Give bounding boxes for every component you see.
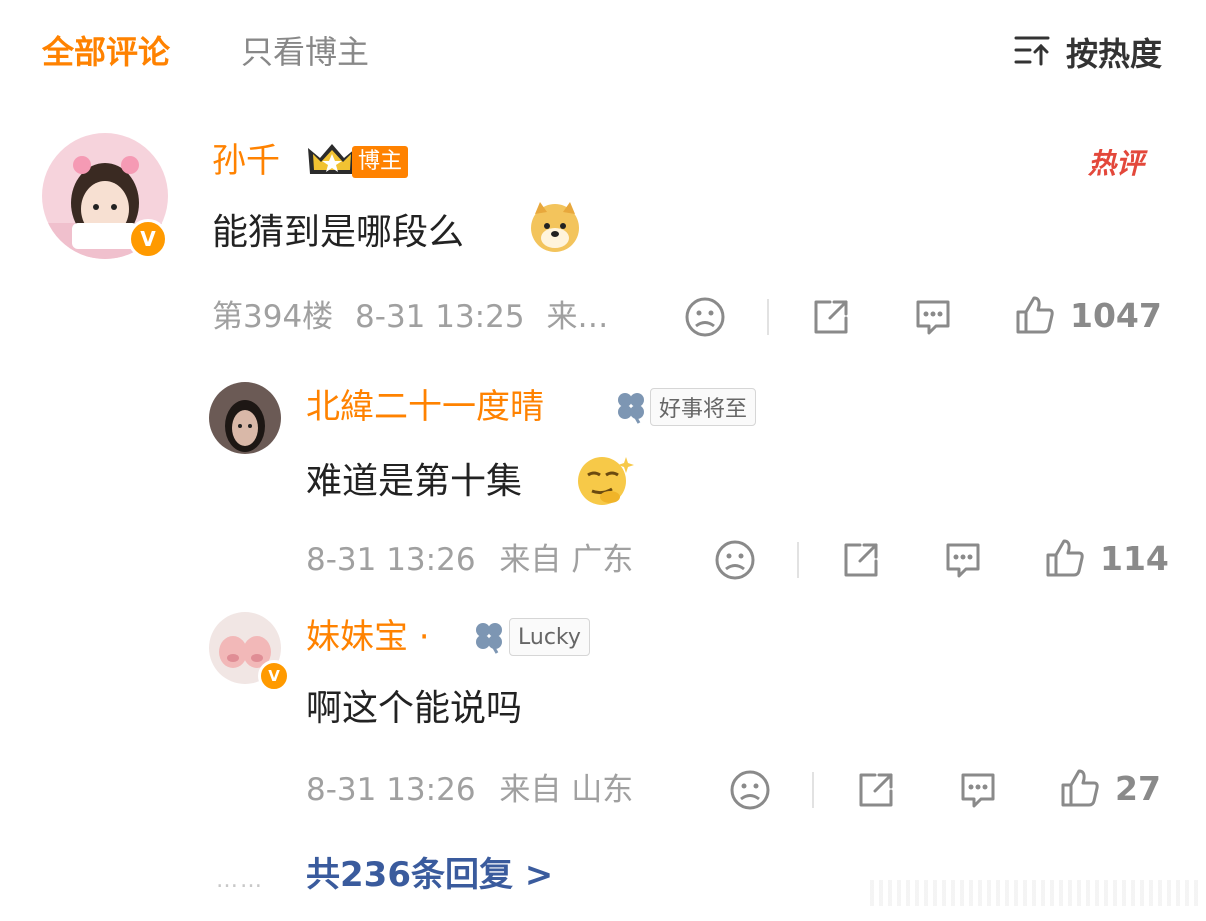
share-button[interactable] — [810, 296, 852, 338]
clover-icon — [470, 619, 508, 659]
like-button[interactable]: 27 — [1059, 767, 1161, 809]
sort-by-hot-button[interactable]: 按热度 — [1014, 30, 1162, 74]
reply-location: 来自 山东 — [499, 772, 634, 808]
sad-face-icon — [715, 540, 755, 580]
clover-icon — [612, 389, 650, 429]
share-button[interactable] — [840, 539, 882, 581]
reply-username[interactable]: 妹妹宝 · — [306, 614, 430, 660]
floor-number: 第394楼 — [212, 299, 334, 335]
thumbs-up-icon — [1061, 769, 1099, 807]
share-icon — [859, 773, 893, 807]
thumbs-up-icon — [1016, 296, 1054, 334]
reply-text: 啊这个能说吗 — [306, 688, 523, 729]
hot-comment-label: 热评 — [1088, 147, 1145, 180]
reply-time: 8-31 13:26 — [306, 772, 476, 808]
comment-bubble-icon — [961, 773, 995, 808]
comment-bubble-icon — [946, 543, 980, 578]
action-divider — [812, 772, 814, 808]
crown-icon — [306, 140, 358, 184]
tab-blogger-only[interactable]: 只看博主 — [241, 30, 369, 74]
reply-button[interactable] — [942, 539, 984, 581]
like-count: 114 — [1100, 538, 1169, 578]
blogger-tag: 博主 — [352, 146, 409, 178]
reply-text: 难道是第十集 — [306, 461, 523, 502]
share-icon — [814, 300, 848, 334]
member-badge: Lucky — [509, 618, 590, 656]
like-button[interactable]: 1047 — [1014, 294, 1162, 336]
sort-icon — [1014, 34, 1052, 70]
verified-badge-icon: V — [128, 219, 168, 259]
smirk-emoji-icon — [576, 453, 634, 511]
dislike-button[interactable] — [729, 769, 771, 811]
dislike-button[interactable] — [684, 296, 726, 338]
comment-username[interactable]: 孙千 — [212, 138, 280, 184]
like-count: 27 — [1115, 768, 1161, 808]
view-all-replies-link[interactable]: 共236条回复 > — [306, 852, 553, 898]
reply-location: 来自 广东 — [499, 542, 634, 578]
reply-button[interactable] — [957, 769, 999, 811]
watermark-strip — [870, 880, 1200, 906]
comment-location: 来… — [546, 299, 609, 335]
like-button[interactable]: 114 — [1044, 537, 1169, 579]
more-dots: …… — [216, 868, 264, 893]
action-divider — [797, 542, 799, 578]
sort-label: 按热度 — [1065, 35, 1162, 73]
tab-all-comments[interactable]: 全部评论 — [42, 30, 170, 74]
share-button[interactable] — [855, 769, 897, 811]
reply-time: 8-31 13:26 — [306, 542, 476, 578]
reply-button[interactable] — [912, 296, 954, 338]
dislike-button[interactable] — [714, 539, 756, 581]
verified-badge-icon: V — [258, 660, 290, 692]
sad-face-icon — [730, 770, 770, 810]
avatar[interactable] — [209, 382, 281, 454]
like-count: 1047 — [1070, 295, 1162, 335]
comment-time: 8-31 13:25 — [355, 299, 525, 335]
member-badge: 好事将至 — [650, 388, 757, 426]
doge-emoji-icon — [528, 200, 582, 258]
comment-text: 能猜到是哪段么 — [212, 212, 465, 253]
action-divider — [767, 299, 769, 335]
reply-username[interactable]: 北緯二十一度晴 — [306, 384, 544, 430]
share-icon — [844, 543, 878, 577]
thumbs-up-icon — [1046, 539, 1084, 577]
sad-face-icon — [685, 297, 725, 337]
comment-bubble-icon — [916, 300, 950, 335]
